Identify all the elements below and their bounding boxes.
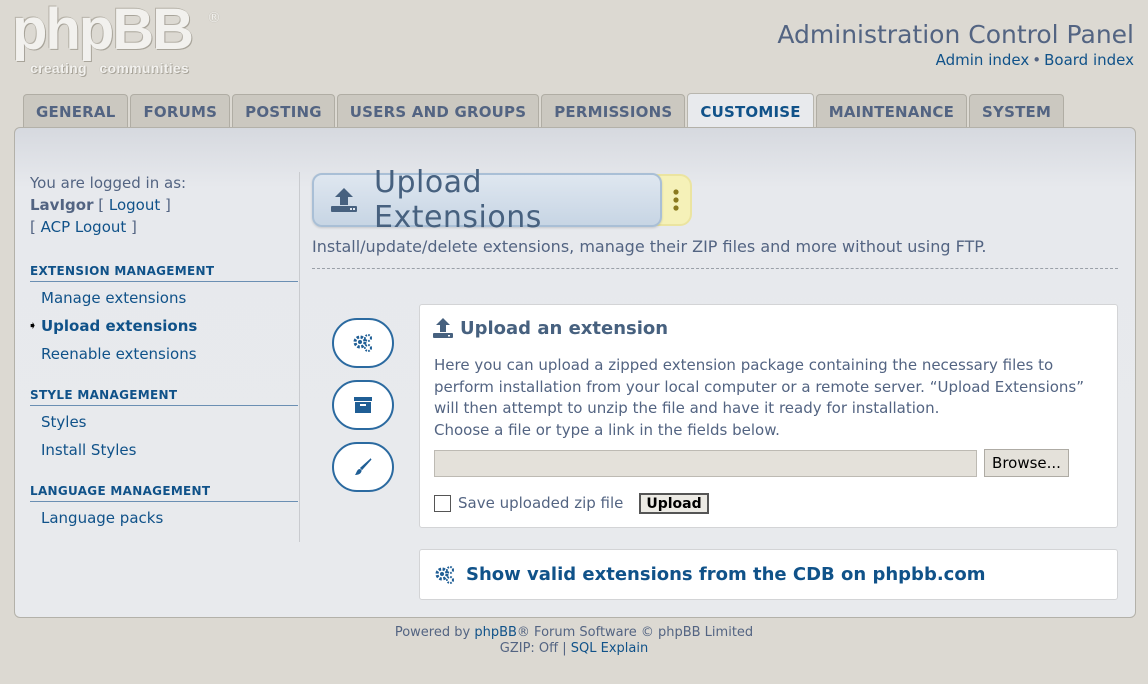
upload-card-title: Upload an extension bbox=[432, 317, 668, 339]
save-zip-label: Save uploaded zip file bbox=[458, 494, 624, 512]
upload-icon bbox=[330, 188, 357, 212]
upload-extension-card: Upload an extension Here you can upload … bbox=[419, 304, 1118, 528]
customise-button[interactable] bbox=[332, 442, 394, 492]
logged-in-label: You are logged in as: bbox=[30, 174, 187, 192]
tab-maintenance[interactable]: MAINTENANCE bbox=[815, 94, 968, 128]
tab-users-and-groups[interactable]: USERS AND GROUPS bbox=[336, 94, 540, 128]
section-heading-style-management: STYLE MANAGEMENT bbox=[30, 388, 298, 406]
upload-button[interactable]: Upload bbox=[639, 493, 709, 514]
gears-icon bbox=[353, 334, 372, 352]
username: LavIgor bbox=[30, 196, 94, 214]
tab-posting[interactable]: POSTING bbox=[232, 94, 335, 128]
description-line: will then attempt to unzip the file and … bbox=[434, 399, 940, 417]
cdb-card: Show valid extensions from the CDB on ph… bbox=[419, 549, 1118, 600]
powered-by-text: Powered by bbox=[394, 625, 471, 640]
upload-icon bbox=[433, 318, 453, 338]
phpbb-footer-link[interactable]: phpBB bbox=[474, 625, 517, 640]
tab-forums[interactable]: FORUMS bbox=[130, 94, 231, 128]
tab-customise[interactable]: CUSTOMISE bbox=[687, 93, 814, 129]
link-separator: • bbox=[1032, 51, 1042, 69]
page-description: Install/update/delete extensions, manage… bbox=[312, 237, 987, 256]
cdb-link-label: Show valid extensions from the CDB on ph… bbox=[466, 564, 986, 585]
divider bbox=[312, 268, 1118, 269]
main-tabs: GENERAL FORUMS POSTING USERS AND GROUPS … bbox=[23, 93, 1065, 129]
footer-copyright: ® Forum Software © phpBB Limited bbox=[516, 625, 754, 640]
login-info: You are logged in as: LavIgor [ Logout ]… bbox=[30, 172, 299, 238]
acp-title: Administration Control Panel bbox=[777, 20, 1134, 49]
tab-general[interactable]: GENERAL bbox=[23, 94, 129, 128]
upload-card-description: Here you can upload a zipped extension p… bbox=[434, 355, 1104, 441]
description-line: Choose a file or type a link in the fiel… bbox=[434, 420, 780, 439]
footer-debug: GZIP: Off | SQL Explain bbox=[0, 641, 1148, 656]
archive-icon bbox=[354, 397, 372, 413]
acp-logout-link[interactable]: ACP Logout bbox=[41, 218, 127, 236]
sidebar-item-upload-extensions[interactable]: ➧ Upload extensions bbox=[28, 312, 299, 340]
board-index-link[interactable]: Board index bbox=[1044, 51, 1134, 69]
upload-card-title-text: Upload an extension bbox=[460, 317, 669, 339]
logo-registered-mark: ® bbox=[207, 10, 221, 26]
sidebar: You are logged in as: LavIgor [ Logout ]… bbox=[28, 172, 300, 542]
tab-system[interactable]: SYSTEM bbox=[969, 94, 1065, 128]
save-zip-checkbox[interactable] bbox=[434, 495, 451, 512]
sidebar-item-label: Upload extensions bbox=[41, 317, 198, 335]
logo-text: phpBB bbox=[12, 0, 194, 62]
sidebar-item-manage-extensions[interactable]: Manage extensions bbox=[30, 284, 299, 312]
section-heading-language-management: LANGUAGE MANAGEMENT bbox=[30, 484, 298, 502]
sql-explain-link[interactable]: SQL Explain bbox=[571, 641, 648, 656]
show-cdb-extensions-link[interactable]: Show valid extensions from the CDB on ph… bbox=[434, 564, 985, 585]
manage-extensions-button[interactable] bbox=[332, 318, 394, 368]
top-links: Admin index • Board index bbox=[936, 51, 1134, 69]
vertical-dots-icon bbox=[673, 189, 679, 211]
sidebar-item-install-styles[interactable]: Install Styles bbox=[30, 436, 299, 464]
admin-index-link[interactable]: Admin index bbox=[936, 51, 1030, 69]
paintbrush-icon bbox=[355, 458, 372, 475]
phpbb-logo[interactable]: phpBB ® creating communities bbox=[12, 0, 222, 80]
gzip-status: GZIP: Off | bbox=[499, 641, 567, 656]
sidebar-item-reenable-extensions[interactable]: Reenable extensions bbox=[30, 340, 299, 368]
page-title: Upload Extensions bbox=[373, 165, 542, 235]
logo-tagline: creating communities bbox=[30, 60, 190, 76]
section-heading-extension-management: EXTENSION MANAGEMENT bbox=[30, 264, 298, 282]
browse-button[interactable]: Browse... bbox=[984, 449, 1069, 477]
active-arrow-icon: ➧ bbox=[28, 319, 38, 332]
page-title-button[interactable]: Upload Extensions bbox=[312, 165, 662, 235]
logout-link[interactable]: Logout bbox=[109, 196, 160, 214]
archive-button[interactable] bbox=[332, 380, 394, 430]
description-line: Here you can upload a zipped extension p… bbox=[434, 356, 1054, 374]
footer-powered-by: Powered by phpBB® Forum Software © phpBB… bbox=[0, 625, 1148, 640]
gears-icon bbox=[435, 565, 454, 584]
description-line: perform installation from your local com… bbox=[434, 377, 1085, 396]
tab-permissions[interactable]: PERMISSIONS bbox=[541, 94, 686, 128]
file-path-input[interactable] bbox=[434, 450, 977, 477]
sidebar-item-styles[interactable]: Styles bbox=[30, 408, 299, 436]
sidebar-item-language-packs[interactable]: Language packs bbox=[30, 504, 299, 532]
